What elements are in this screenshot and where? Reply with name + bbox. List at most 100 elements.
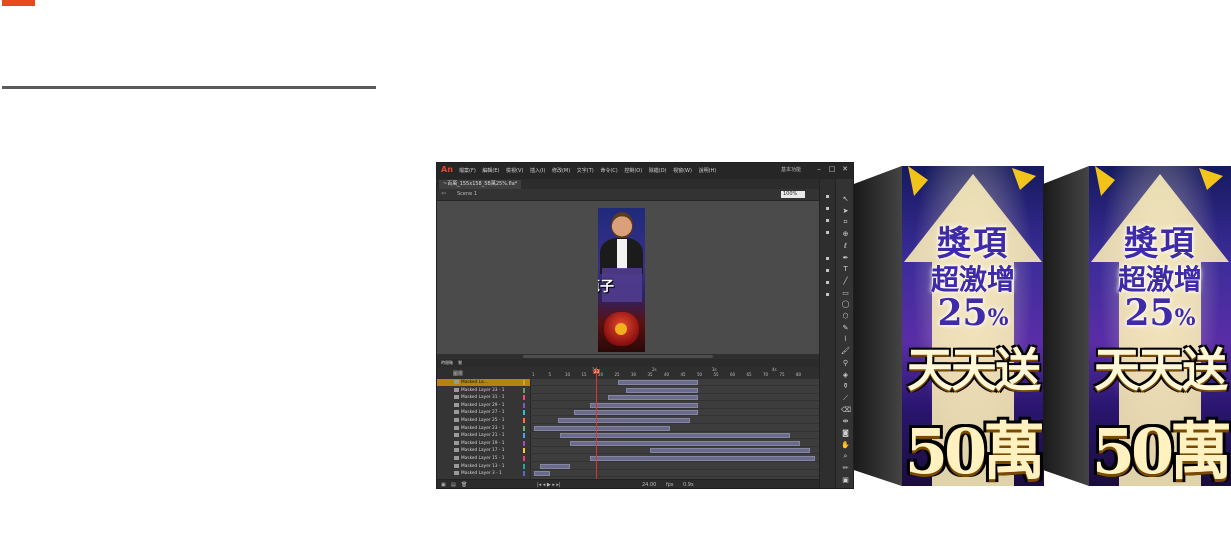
menu-item-help[interactable]: 說明(H) (699, 168, 717, 174)
tween-span[interactable] (534, 471, 550, 477)
layer-color[interactable] (523, 463, 525, 469)
components-icon[interactable]: ▪ (823, 291, 832, 299)
scroll-thumb[interactable] (523, 355, 713, 358)
tween-span[interactable] (590, 402, 698, 408)
swatches-icon[interactable]: ▪ (823, 267, 832, 275)
layer-name[interactable]: Masked Layer 21 - 1 (461, 433, 504, 438)
pencil-icon[interactable]: ✎ (841, 324, 850, 333)
menu-item-edit[interactable]: 編輯(E) (482, 168, 499, 174)
layer-color[interactable] (523, 387, 525, 393)
layer-color[interactable] (523, 425, 525, 431)
menu-item-text[interactable]: 文字(T) (577, 168, 594, 174)
menu-item-commands[interactable]: 命令(C) (600, 168, 617, 174)
menu-item-view[interactable]: 檢視(V) (506, 168, 523, 174)
layer-row[interactable]: Masked Layer 17 - 1 (437, 447, 530, 454)
pen-icon[interactable]: ✒ (841, 254, 850, 263)
menu-item-control[interactable]: 控制(O) (624, 168, 642, 174)
menu-item-debug[interactable]: 除錯(D) (649, 168, 667, 174)
subselect-icon[interactable]: ➤ (841, 207, 850, 216)
width-icon[interactable]: ⇹ (841, 417, 850, 426)
menu-item-modify[interactable]: 修改(M) (552, 168, 570, 174)
playhead[interactable] (596, 367, 597, 479)
tween-span[interactable] (534, 425, 670, 431)
brush-icon[interactable]: ⌇ (841, 335, 850, 344)
tween-span[interactable] (618, 380, 698, 385)
transform-icon[interactable]: ⌗ (841, 218, 850, 227)
layer-color[interactable] (523, 395, 525, 401)
layer-row[interactable]: Masked Layer 33 - 1 (437, 387, 530, 394)
layer-row[interactable]: Masked La... (437, 379, 530, 386)
ink-bottle-icon[interactable]: ⚱ (841, 382, 850, 391)
tween-span[interactable] (558, 418, 690, 423)
tween-span[interactable] (650, 448, 810, 454)
frame-row[interactable] (530, 470, 819, 478)
frame-row[interactable] (530, 455, 819, 462)
layer-color[interactable] (523, 433, 525, 439)
layer-color[interactable] (523, 456, 525, 461)
layer-name[interactable]: Masked Layer 19 - 1 (461, 441, 504, 446)
tween-span[interactable] (608, 395, 698, 401)
layer-name[interactable]: Masked Layer 31 - 1 (461, 395, 504, 400)
layer-name[interactable]: Masked Layer 27 - 1 (461, 410, 504, 415)
frame-row[interactable] (530, 463, 819, 470)
layer-row[interactable]: Masked Layer 29 - 1 (437, 402, 530, 409)
layer-row[interactable]: Masked Layer 31 - 1 (437, 394, 530, 401)
tween-span[interactable] (540, 463, 570, 469)
layer-name[interactable]: Masked Layer 23 - 1 (461, 426, 504, 431)
layer-color[interactable] (523, 471, 525, 477)
playhead-frame[interactable]: 23 (593, 369, 600, 374)
paint-bucket-icon[interactable]: ◈ (841, 371, 850, 380)
bone-icon[interactable]: ⚲ (841, 359, 850, 368)
library-icon[interactable]: ▪ (823, 193, 832, 201)
tween-span[interactable] (570, 440, 800, 446)
layer-name[interactable]: Masked Layer 33 - 1 (461, 388, 504, 393)
polystar-icon[interactable]: ⬡ (841, 312, 850, 321)
workspace-switcher[interactable]: 基本功能 (781, 166, 801, 173)
line-icon[interactable]: ╱ (841, 277, 850, 286)
layer-name[interactable]: Masked Layer 15 - 1 (461, 456, 504, 461)
back-arrow-icon[interactable]: ⇦ (441, 190, 446, 197)
frame-row[interactable] (530, 425, 819, 432)
layer-row[interactable]: Masked Layer 25 - 1 (437, 417, 530, 424)
eraser-icon[interactable]: ⌫ (841, 406, 851, 415)
layer-color[interactable] (523, 448, 525, 454)
align-icon[interactable]: ▪ (823, 217, 832, 225)
stage[interactable]: 芭子 (437, 201, 819, 354)
zoom-select[interactable]: 100% (781, 191, 805, 198)
frame-grid[interactable]: 151015202530354045505560657075801s2s3s4s (530, 367, 819, 479)
camera-icon[interactable]: ◙ (841, 429, 850, 438)
text-icon[interactable]: T (841, 265, 850, 274)
close-icon[interactable]: ✕ (841, 165, 849, 173)
frame-row[interactable] (530, 409, 819, 417)
properties-icon[interactable]: ▪ (823, 205, 832, 213)
menu-item-insert[interactable]: 插入(I) (530, 168, 545, 174)
tween-span[interactable] (560, 433, 790, 439)
layer-row[interactable]: Masked Layer 23 - 1 (437, 425, 530, 432)
color-icon[interactable]: ▪ (823, 279, 832, 287)
hand-icon[interactable]: ✋ (841, 441, 850, 450)
layer-row[interactable]: Masked Layer 21 - 1 (437, 432, 530, 439)
frame-row[interactable] (530, 379, 819, 386)
new-folder-icon[interactable]: ▤ (451, 482, 456, 488)
eyedropper-icon[interactable]: ⟋ (841, 394, 850, 403)
lasso-icon[interactable]: ℓ (841, 242, 850, 251)
tab-timeline[interactable]: 時間軸 (441, 360, 453, 365)
layer-name[interactable]: Masked Layer 3 - 1 (461, 471, 502, 476)
info-icon[interactable]: ▪ (823, 229, 832, 237)
fps-value[interactable]: 24.00 (642, 482, 656, 488)
fill-color-icon[interactable]: ▣ (841, 476, 850, 485)
frame-ruler[interactable]: 151015202530354045505560657075801s2s3s4s (530, 367, 819, 379)
layer-name[interactable]: Masked Layer 25 - 1 (461, 418, 504, 423)
frame-row[interactable] (530, 394, 819, 402)
paint-brush-icon[interactable]: 🖌 (841, 347, 850, 356)
layer-row[interactable]: Masked Layer 19 - 1 (437, 440, 530, 447)
maximize-icon[interactable]: □ (828, 165, 836, 173)
frame-row[interactable] (530, 432, 819, 440)
play-controls[interactable]: |◂ ◂ ▶ ▸ ▸| (537, 482, 561, 488)
frame-row[interactable] (530, 402, 819, 409)
layer-color[interactable] (523, 402, 525, 408)
new-layer-icon[interactable]: ▣ (441, 482, 446, 488)
menu-item-file[interactable]: 檔案(F) (459, 168, 476, 174)
layer-row[interactable]: Masked Layer 13 - 1 (437, 463, 530, 470)
delete-layer-icon[interactable]: 🗑 (461, 482, 467, 488)
